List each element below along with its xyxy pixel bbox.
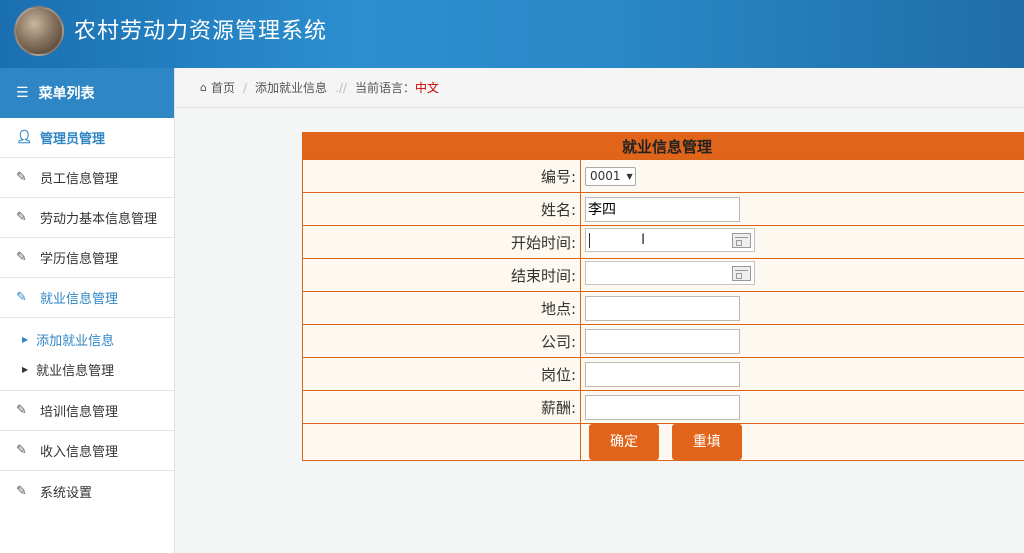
position-label: 岗位:	[302, 357, 581, 391]
submenu-item-label: 就业信息管理	[36, 363, 115, 379]
sidebar-item-labor-basic[interactable]: ✎ 劳动力基本信息管理	[0, 198, 174, 238]
position-input[interactable]	[585, 361, 740, 387]
sidebar-item-staff[interactable]: ✎ 员工信息管理	[0, 158, 174, 198]
edit-icon: ✎	[16, 250, 27, 265]
text-cursor	[589, 233, 590, 248]
salary-input[interactable]	[585, 394, 740, 420]
salary-label: 薪酬:	[302, 390, 581, 424]
sidebar-item-label: 员工信息管理	[40, 172, 119, 187]
form-title: 就业信息管理	[302, 132, 1024, 160]
company-label: 公司:	[302, 324, 581, 358]
sidebar-item-education[interactable]: ✎ 学历信息管理	[0, 238, 174, 278]
start-time-label: 开始时间:	[302, 225, 581, 259]
id-label: 编号:	[302, 159, 581, 193]
edit-icon: ✎	[16, 210, 27, 225]
end-time-label: 结束时间:	[302, 258, 581, 292]
breadcrumb: ⌂ 首页 / 添加就业信息 .// 当前语言： 中文	[176, 68, 1024, 108]
sidebar-item-income[interactable]: ✎ 收入信息管理	[0, 431, 174, 471]
sidebar-item-label: 学历信息管理	[40, 252, 119, 267]
sidebar-item-employment[interactable]: ✎ 就业信息管理	[0, 278, 174, 318]
edit-icon: ✎	[16, 443, 27, 458]
edit-icon: ✎	[16, 290, 27, 305]
breadcrumb-home[interactable]: 首页	[211, 79, 235, 96]
employment-submenu: ▶ 添加就业信息 ▶ 就业信息管理	[0, 318, 174, 391]
breadcrumb-separator: /	[243, 80, 248, 95]
menu-list-title: 菜单列表	[38, 86, 95, 102]
edit-icon: ✎	[16, 170, 27, 185]
breadcrumb-language-label: 当前语言：	[354, 81, 415, 95]
id-select-value: 0001	[590, 169, 621, 184]
sidebar-item-training[interactable]: ✎ 培训信息管理	[0, 391, 174, 431]
location-label: 地点:	[302, 291, 581, 325]
menu-list-header: ☰ 菜单列表	[0, 68, 174, 118]
reset-button[interactable]: 重填	[671, 424, 742, 460]
caret-right-icon: ▶	[22, 364, 29, 374]
actions-spacer	[302, 423, 581, 461]
location-input[interactable]	[585, 295, 740, 321]
sidebar-item-label: 管理员管理	[40, 132, 106, 147]
home-icon: ⌂	[200, 81, 207, 94]
sidebar-item-label: 培训信息管理	[40, 405, 119, 420]
submenu-item-label: 添加就业信息	[36, 333, 115, 349]
caret-right-icon: ▶	[22, 334, 29, 344]
sidebar-item-label: 收入信息管理	[40, 445, 119, 460]
sidebar-item-label: 系统设置	[40, 485, 93, 501]
submit-button[interactable]: 确定	[589, 424, 659, 460]
start-time-input[interactable]: I	[585, 228, 755, 252]
edit-icon: ✎	[16, 403, 27, 418]
submenu-item-add-employment[interactable]: ▶ 添加就业信息	[0, 324, 174, 354]
sidebar: ☰ 菜单列表 👤︎ 管理员管理 ✎ 员工信息管理 ✎ 劳动力基本信息管理 ✎ 学…	[0, 68, 175, 553]
app-title: 农村劳动力资源管理系统	[74, 19, 328, 44]
name-label: 姓名:	[302, 192, 581, 226]
breadcrumb-separator: .//	[335, 80, 347, 95]
app-header: 农村劳动力资源管理系统	[0, 0, 1024, 68]
company-input[interactable]	[585, 328, 740, 354]
id-select[interactable]: 0001 ▼	[585, 166, 636, 186]
sidebar-item-settings[interactable]: ✎ 系统设置	[0, 471, 174, 511]
sidebar-item-label: 就业信息管理	[40, 292, 119, 307]
avatar	[14, 6, 64, 56]
user-icon: 👤︎	[16, 130, 33, 145]
employment-form: 就业信息管理 编号: 0001 ▼ 姓名: 开始时间: I	[302, 132, 1024, 461]
main-content: 就业信息管理 编号: 0001 ▼ 姓名: 开始时间: I	[176, 109, 1024, 553]
submenu-item-manage-employment[interactable]: ▶ 就业信息管理	[0, 354, 174, 384]
name-input[interactable]	[585, 196, 740, 222]
chevron-down-icon: ▼	[626, 171, 633, 181]
ibeam-cursor-icon: I	[641, 232, 646, 248]
calendar-icon[interactable]	[732, 266, 751, 281]
sidebar-item-label: 劳动力基本信息管理	[40, 212, 158, 227]
breadcrumb-current: 添加就业信息	[255, 81, 328, 95]
breadcrumb-language-value: 中文	[414, 81, 439, 95]
list-icon: ☰	[16, 85, 29, 101]
calendar-icon[interactable]	[732, 233, 751, 248]
sidebar-item-admin[interactable]: 👤︎ 管理员管理	[0, 118, 174, 158]
end-time-input[interactable]	[585, 261, 755, 285]
edit-icon: ✎	[16, 483, 27, 499]
